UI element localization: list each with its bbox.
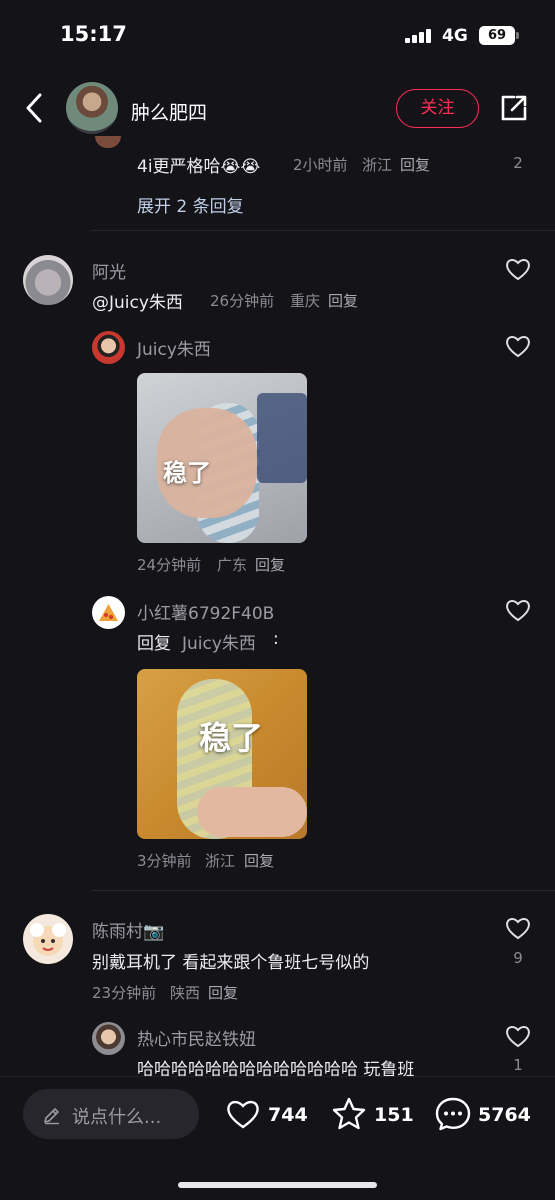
comment-user[interactable]: 陈雨村📷 (92, 917, 164, 942)
reply-prefix: 回复 (137, 634, 171, 654)
comment-text: 别戴耳机了 看起来跟个鲁班七号似的 (92, 953, 370, 973)
reply-avatar[interactable] (92, 596, 125, 629)
reply-time: 24分钟前 (137, 556, 202, 574)
divider (91, 890, 555, 891)
reply-button[interactable]: 回复 (400, 154, 430, 175)
reply-button[interactable]: 回复 (255, 554, 285, 575)
reply-time: 3分钟前 (137, 852, 192, 870)
image-caption: 稳了 (199, 719, 264, 757)
reply-like-count: 1 (513, 1056, 523, 1074)
comment-avatar[interactable] (23, 914, 73, 964)
network-type: 4G (442, 26, 468, 46)
comment-time: 26分钟前 (210, 292, 275, 310)
comment-like-count: 9 (513, 949, 523, 967)
reply-location: 浙江 (362, 156, 393, 174)
comment-location: 陕西 (170, 984, 201, 1002)
reply-user[interactable]: 热心市民赵铁妞 (137, 1025, 256, 1050)
divider (91, 230, 555, 231)
status-time: 15:17 (60, 22, 127, 46)
share-icon[interactable] (498, 92, 530, 124)
pencil-icon (44, 1108, 59, 1125)
reply-button[interactable]: 回复 (208, 982, 238, 1003)
comment-bubble-icon[interactable] (434, 1096, 472, 1132)
comment-avatar[interactable] (23, 255, 73, 305)
reply-avatar-partial (95, 136, 121, 148)
reply-avatar[interactable] (92, 1022, 125, 1055)
reply-colon: : (273, 629, 279, 649)
reply-text: 4i更严格哈😭😭 (137, 157, 261, 177)
like-count: 744 (268, 1104, 308, 1126)
comment-location: 重庆 (290, 292, 321, 310)
reply-to-user[interactable]: Juicy朱西 (182, 629, 256, 654)
author-avatar[interactable] (66, 82, 118, 134)
comment-user[interactable]: 阿光 (92, 258, 126, 283)
like-heart-icon[interactable] (504, 1023, 532, 1049)
follow-button[interactable]: 关注 (396, 89, 479, 128)
reply-avatar[interactable] (92, 331, 125, 364)
comment-count: 5764 (478, 1104, 531, 1126)
star-icon[interactable] (331, 1096, 367, 1132)
like-heart-icon[interactable] (504, 333, 532, 359)
battery-tip (516, 32, 519, 39)
reply-image[interactable]: 稳了 (137, 373, 307, 543)
reply-location: 浙江 (205, 852, 236, 870)
favorite-count: 151 (374, 1104, 414, 1126)
like-heart-icon[interactable] (504, 915, 532, 941)
reply-button[interactable]: 回复 (328, 290, 358, 311)
like-heart-icon[interactable] (504, 256, 532, 282)
comment-time: 23分钟前 (92, 984, 157, 1002)
comment-input-placeholder[interactable]: 说点什么... (72, 1103, 161, 1129)
reply-image[interactable]: 稳了 (137, 669, 307, 839)
back-arrow-icon[interactable] (20, 90, 50, 126)
reply-like-count: 2 (513, 154, 523, 172)
reply-time: 2小时前 (293, 156, 348, 174)
signal-icon (405, 29, 433, 43)
like-heart-icon[interactable] (504, 597, 532, 623)
reply-button[interactable]: 回复 (244, 850, 274, 871)
reply-location: 广东 (217, 556, 248, 574)
author-name[interactable]: 肿么肥四 (131, 98, 207, 125)
reply-user[interactable]: Juicy朱西 (137, 335, 211, 360)
image-caption: 稳了 (163, 459, 211, 487)
home-indicator (178, 1182, 377, 1188)
expand-replies-link[interactable]: 展开 2 条回复 (137, 192, 244, 217)
reply-user[interactable]: 小红薯6792F40B (137, 599, 274, 624)
comment-mention[interactable]: @Juicy朱西 (92, 288, 183, 313)
like-icon[interactable] (225, 1098, 261, 1130)
battery-icon: 69 (479, 26, 515, 45)
